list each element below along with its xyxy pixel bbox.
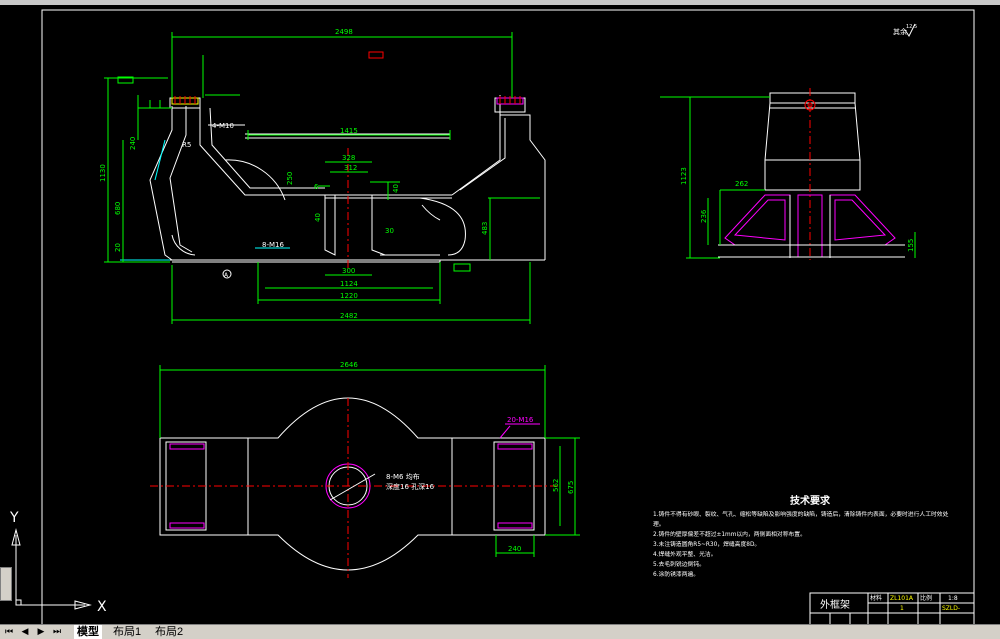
dim-top-562: 562 [552, 479, 560, 492]
first-tab-icon[interactable]: ⏮ [3, 626, 15, 638]
tech-line-4: 3.未注铸造圆角R5~R30，焊缝高度8D。 [653, 540, 760, 548]
dim-overall: 2482 [340, 312, 358, 320]
thread-right: 20-M16 [507, 416, 534, 424]
frame-border [41, 9, 975, 624]
dim-top-overall: 2646 [340, 361, 358, 369]
dim-height-1130: 1130 [99, 164, 107, 182]
top-view [150, 397, 560, 578]
tech-title: 技术要求 [790, 494, 831, 507]
front-view-pads [171, 96, 524, 105]
dim-bottom-1220: 1220 [340, 292, 358, 300]
dim-top-span: 2498 [335, 28, 353, 36]
front-view-labels: 4-M10 8-M16 R5 A [182, 122, 284, 279]
dim-6: 6 [314, 183, 319, 191]
dim-side-height: 1123 [680, 167, 688, 185]
dim-side-262: 262 [735, 180, 748, 188]
tab-model[interactable]: 模型 [74, 625, 102, 639]
dim-top-flange: 1415 [340, 127, 358, 135]
dim-250: 250 [286, 172, 294, 185]
hole-note-1: 8-M6 均布 [386, 472, 420, 481]
last-tab-icon[interactable]: ⏭ [51, 626, 63, 638]
side-view [718, 88, 905, 260]
drawing-canvas[interactable]: 2498 1415 328 312 300 1124 1220 2482 113… [0, 5, 1000, 624]
quantity: 1 [900, 605, 904, 612]
dim-height-240: 240 [129, 137, 137, 150]
front-view-tags [117, 51, 471, 272]
next-tab-icon[interactable]: ▶ [35, 626, 47, 638]
dim-top-675: 675 [567, 481, 575, 494]
tech-line-7: 6.涂防锈漆两遍。 [653, 570, 699, 578]
roughness-value: 12.5 [906, 24, 917, 30]
tech-line-1: 1.铸件不得有砂眼、裂纹、气孔、缩松等缺陷及影响强度的缺陷，铸造后，清除铸件内表… [653, 510, 949, 518]
tech-line-5: 4.焊缝外观平整、光洁。 [653, 550, 717, 558]
dim-top-240: 240 [508, 545, 521, 553]
tech-line-2: 理。 [653, 521, 665, 528]
dim-right-height: 483 [481, 222, 489, 235]
front-view [120, 95, 546, 268]
tech-line-6: 5.去毛刺锐边倒钝。 [653, 560, 705, 568]
radius-label: R5 [182, 141, 191, 149]
roughness-label: 其余 [893, 27, 907, 36]
dim-bottom-1124: 1124 [340, 280, 358, 288]
top-view-dim-text: 2646 562 675 240 [340, 361, 575, 553]
tech-requirements: 技术要求 1.铸件不得有砂眼、裂纹、气孔、缩松等缺陷及影响强度的缺陷，铸造后，清… [653, 494, 949, 578]
front-view-dim-text: 2498 1415 328 312 300 1124 1220 2482 113… [99, 28, 489, 320]
tab-layout2[interactable]: 布局2 [152, 625, 186, 639]
side-view-dimensions [660, 96, 916, 259]
part-name: 外框架 [820, 598, 850, 611]
label-material: 材料 [870, 594, 882, 602]
dim-height-680: 680 [114, 202, 122, 215]
layout-tabbar: ⏮ ◀ ▶ ⏭ 模型 布局1 布局2 [0, 624, 1000, 639]
ucs-y-label: Y [9, 510, 19, 526]
drawing-no: ZL101A [890, 595, 914, 602]
material: SZLD- [942, 605, 960, 612]
thread-note: 8-M16 [262, 241, 284, 249]
dim-inner-top: 328 [342, 154, 355, 162]
scale: 1:8 [948, 595, 958, 602]
dim-40a: 40 [314, 213, 322, 222]
roughness-note: 其余 12.5 [893, 23, 917, 37]
dim-20: 20 [114, 243, 122, 252]
prev-tab-icon[interactable]: ◀ [19, 626, 31, 638]
dim-side-236: 236 [700, 209, 708, 223]
dim-inner-mid: 312 [344, 164, 357, 172]
hole-note: 4-M10 [212, 122, 234, 130]
hole-note-2: 深度16 孔深16 [386, 482, 435, 491]
dim-side-155: 155 [907, 239, 915, 252]
left-tool-palette[interactable] [0, 567, 12, 601]
dim-bottom-inner: 300 [342, 267, 355, 275]
ucs-x-label: X [97, 599, 107, 615]
tab-layout1[interactable]: 布局1 [110, 625, 144, 639]
label-scale: 比例 [920, 594, 932, 602]
dim-30: 30 [385, 227, 394, 235]
ucs-icon [11, 528, 92, 610]
tech-line-3: 2.铸件的壁厚偏差不超过±1mm以内，两侧面相对称布置。 [653, 530, 806, 538]
dim-40b: 40 [392, 184, 400, 193]
